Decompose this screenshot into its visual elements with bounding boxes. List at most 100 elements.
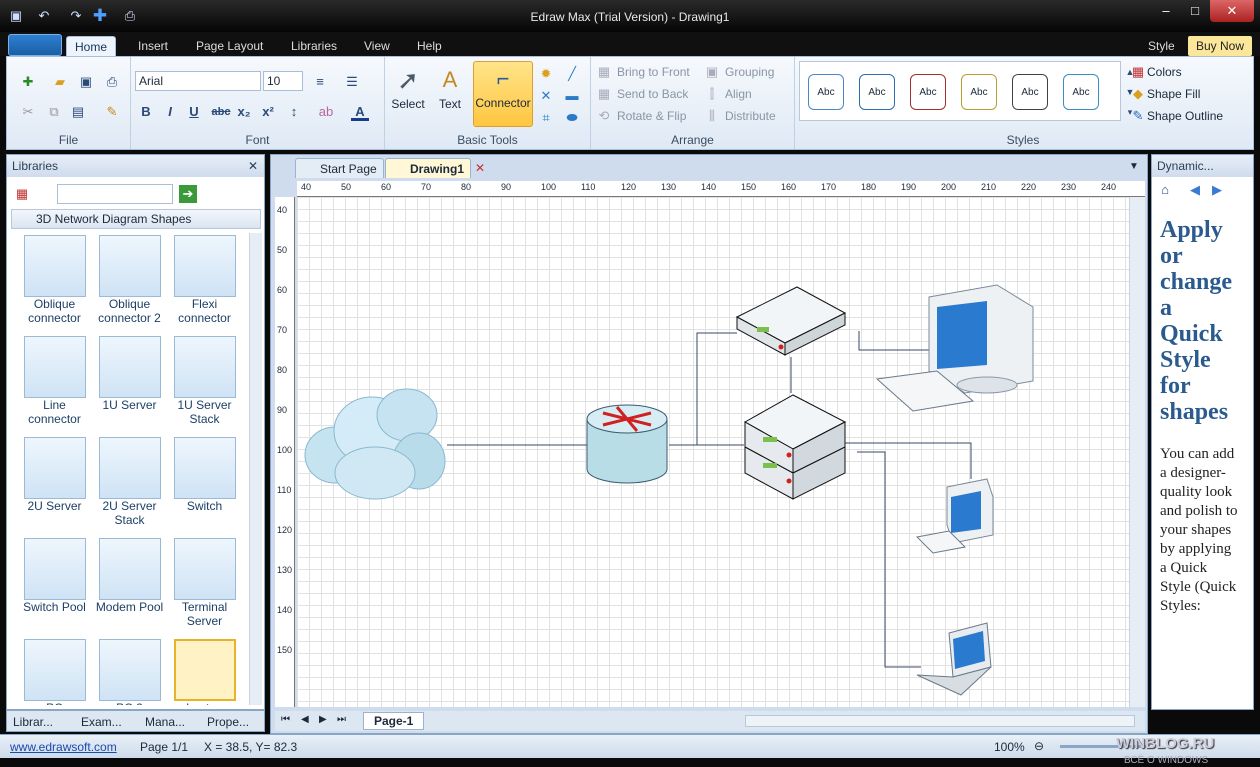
library-shape[interactable]: Switch Pool (17, 538, 92, 638)
maximize-button[interactable]: □ (1181, 0, 1209, 22)
buy-now-button[interactable]: Buy Now (1188, 36, 1253, 56)
tab-libraries-panel[interactable]: Librar... (13, 715, 53, 729)
first-page-icon[interactable]: ⏮ (281, 714, 290, 725)
library-shape[interactable]: PC 2 (92, 639, 167, 705)
library-menu-icon[interactable]: ▦ (13, 185, 31, 203)
open-icon[interactable]: ▰ (51, 73, 69, 91)
grouping-button[interactable]: Grouping (725, 64, 774, 80)
text-tool[interactable]: A Text (433, 63, 467, 119)
drawing-page[interactable] (297, 197, 1129, 707)
library-shape[interactable]: 1U Server Stack (167, 336, 242, 436)
rectangle-icon[interactable]: ▬ (563, 87, 581, 105)
align-button[interactable]: Align (725, 86, 752, 102)
print-icon[interactable]: ⎙ (103, 73, 121, 91)
library-shape[interactable]: Line connector (17, 336, 92, 436)
underline-button[interactable]: U (185, 103, 203, 121)
home-icon[interactable]: ⌂ (1156, 181, 1174, 199)
laptop-shape[interactable] (916, 622, 992, 696)
connector-tool[interactable]: ⌐ Connector (473, 61, 533, 127)
cloud-shape[interactable] (304, 388, 446, 500)
tab-page-layout[interactable]: Page Layout (188, 36, 271, 56)
prev-page-icon[interactable]: ◀ (301, 714, 309, 725)
font-name-select[interactable]: Arial (135, 71, 261, 91)
library-shape[interactable]: Switch (167, 437, 242, 537)
spot-icon[interactable]: ✹ (537, 65, 555, 83)
library-scrollbar[interactable] (249, 233, 262, 705)
tab-home[interactable]: Home (66, 36, 117, 56)
connector-line[interactable] (857, 451, 921, 668)
paste-icon[interactable]: ▤ (69, 103, 87, 121)
style-swatch[interactable]: Abc (961, 74, 997, 110)
style-swatch[interactable]: Abc (859, 74, 895, 110)
align-text-icon[interactable]: ≡ (311, 73, 329, 91)
ellipse-icon[interactable]: ⬬ (563, 109, 581, 127)
server-2u-stack[interactable] (743, 394, 847, 500)
shape-fill-button[interactable]: Shape Fill (1147, 86, 1200, 102)
library-search-input[interactable] (57, 184, 173, 204)
cut-icon[interactable]: ✂ (19, 103, 37, 121)
tab-insert[interactable]: Insert (130, 36, 176, 56)
tab-examples[interactable]: Exam... (81, 715, 122, 729)
line-icon[interactable]: ╱ (563, 65, 581, 83)
line-spacing-icon[interactable]: ↕ (285, 103, 303, 121)
colors-button[interactable]: Colors (1147, 64, 1182, 80)
tab-help[interactable]: Help (409, 36, 450, 56)
italic-button[interactable]: I (161, 103, 179, 121)
style-swatch[interactable]: Abc (1063, 74, 1099, 110)
tab-libraries[interactable]: Libraries (283, 36, 345, 56)
pc-monitor-large[interactable] (875, 284, 1034, 412)
panel-close-icon[interactable]: ✕ (248, 155, 258, 177)
font-size-select[interactable]: 10 (263, 71, 303, 91)
font-color-icon[interactable]: A (351, 103, 369, 121)
tab-start-page[interactable]: Start Page (295, 158, 384, 178)
crop-icon[interactable]: ⌗ (537, 109, 555, 127)
rotate-flip-button[interactable]: Rotate & Flip (617, 108, 686, 124)
style-swatch[interactable]: Abc (808, 74, 844, 110)
library-shape[interactable]: Oblique connector 2 (92, 235, 167, 335)
tab-manage[interactable]: Mana... (145, 715, 185, 729)
send-to-back-button[interactable]: Send to Back (617, 86, 688, 102)
next-page-icon[interactable]: ▶ (319, 714, 327, 725)
forward-icon[interactable]: ▶ (1208, 181, 1226, 199)
tab-properties[interactable]: Prope... (207, 715, 249, 729)
library-shape[interactable]: PC (17, 639, 92, 705)
pc-monitor-small[interactable] (915, 478, 994, 554)
connector-line[interactable] (696, 332, 737, 445)
last-page-icon[interactable]: ⏭ (337, 714, 346, 725)
superscript-button[interactable]: x² (259, 103, 277, 121)
distribute-button[interactable]: Distribute (725, 108, 776, 124)
zoom-out-icon[interactable]: ⊖ (1034, 739, 1044, 753)
shape-outline-button[interactable]: Shape Outline (1147, 108, 1223, 124)
style-menu[interactable]: Style (1140, 36, 1183, 56)
library-shape[interactable]: Modem Pool (92, 538, 167, 638)
close-button[interactable]: ✕ (1210, 0, 1254, 22)
connector-line[interactable] (845, 442, 972, 479)
minimize-button[interactable]: – (1152, 0, 1180, 22)
library-shape[interactable]: Terminal Server (167, 538, 242, 638)
format-painter-icon[interactable]: ✎ (103, 103, 121, 121)
library-shape[interactable]: Flexi connector (167, 235, 242, 335)
library-shape[interactable]: 1U Server (92, 336, 167, 436)
bring-to-front-button[interactable]: Bring to Front (617, 64, 690, 80)
highlight-icon[interactable]: ab (317, 103, 335, 121)
category-header[interactable]: 3D Network Diagram Shapes (11, 209, 261, 229)
library-shape[interactable]: 2U Server Stack (92, 437, 167, 537)
library-shape[interactable]: Oblique connector (17, 235, 92, 335)
save-icon[interactable]: ▣ (77, 73, 95, 91)
back-icon[interactable]: ◀ (1186, 181, 1204, 199)
page-tab[interactable]: Page-1 (363, 712, 425, 730)
bold-button[interactable]: B (137, 103, 155, 121)
vertical-scrollbar[interactable] (1129, 197, 1145, 707)
cross-icon[interactable]: ✕ (537, 87, 555, 105)
tab-list-icon[interactable]: ▼ (1129, 161, 1139, 172)
library-shape[interactable]: 2U Server (17, 437, 92, 537)
copy-icon[interactable]: ⧉ (45, 103, 63, 121)
select-tool[interactable]: ➚ Select (391, 63, 425, 119)
tab-view[interactable]: View (356, 36, 398, 56)
style-swatch[interactable]: Abc (910, 74, 946, 110)
style-swatch[interactable]: Abc (1012, 74, 1048, 110)
horizontal-scrollbar[interactable] (745, 715, 1135, 727)
close-tab-icon[interactable]: ✕ (475, 161, 485, 175)
new-file-icon[interactable]: ✚ (19, 73, 37, 91)
subscript-button[interactable]: x₂ (235, 103, 253, 121)
